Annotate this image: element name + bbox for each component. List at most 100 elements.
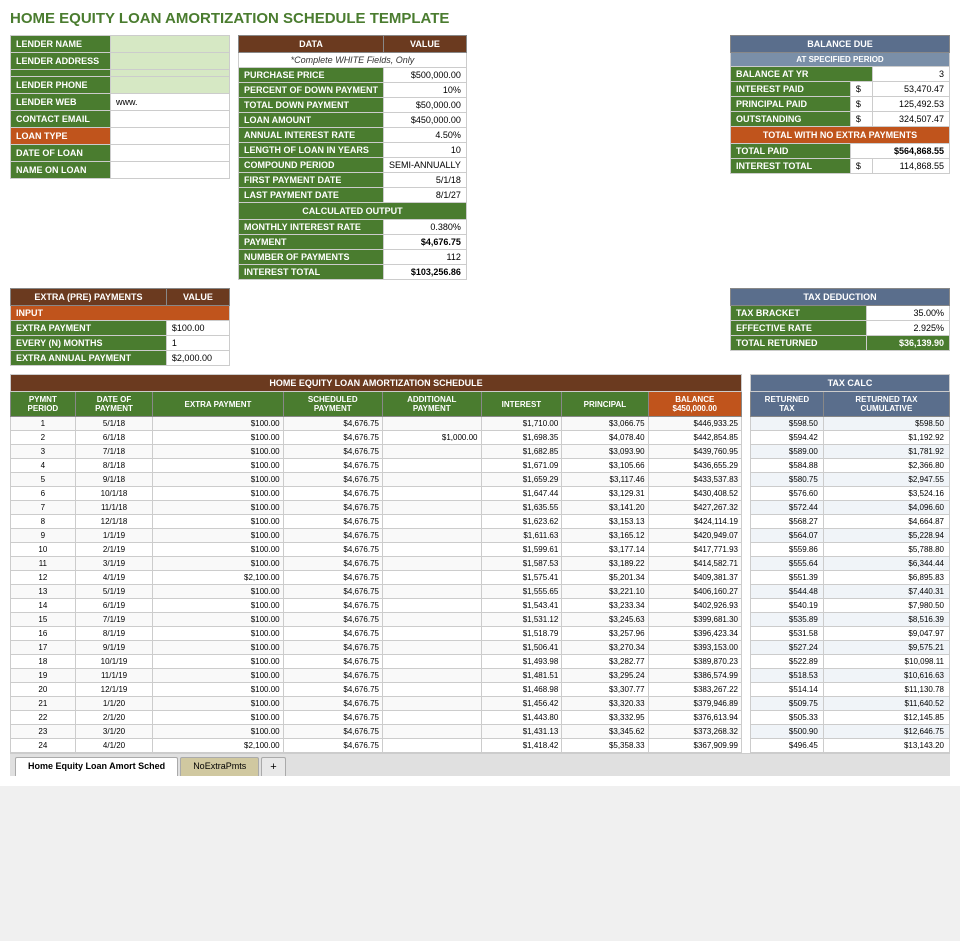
table-row: EFFECTIVE RATE 2.925% <box>731 321 950 336</box>
table-row: 244/1/20$2,100.00$4,676.75$1,418.42$5,35… <box>11 739 742 753</box>
contact-email-label: CONTACT EMAIL <box>11 111 111 128</box>
table-row: $505.33$12,145.85 <box>751 711 950 725</box>
table-row: LOAN AMOUNT $450,000.00 <box>239 113 467 128</box>
table-row: 135/1/19$100.00$4,676.75$1,555.65$3,221.… <box>11 585 742 599</box>
balance-table: BALANCE DUE AT SPECIFIED PERIOD BALANCE … <box>730 35 950 174</box>
tax-calc-table: TAX CALC RETURNED TAX RETURNED TAX CUMUL… <box>750 374 950 753</box>
returned-tax-cumulative-col: RETURNED TAX CUMULATIVE <box>823 392 949 417</box>
table-row: 222/1/20$100.00$4,676.75$1,443.80$3,332.… <box>11 711 742 725</box>
lender-address-value[interactable] <box>111 53 230 70</box>
purchase-price-value[interactable]: $500,000.00 <box>384 68 467 83</box>
interest-col: INTEREST <box>481 392 562 417</box>
table-row: LENDER NAME <box>11 36 230 53</box>
lender-name-value[interactable] <box>111 36 230 53</box>
table-row: *Complete WHITE Fields, Only <box>239 53 467 68</box>
num-payments-value: 112 <box>384 250 467 265</box>
every-n-months-label: EVERY (N) MONTHS <box>11 336 167 351</box>
value-col-header: VALUE <box>166 289 229 306</box>
name-on-loan-value[interactable] <box>111 162 230 179</box>
table-row: NAME ON LOAN <box>11 162 230 179</box>
annual-interest-value[interactable]: 4.50% <box>384 128 467 143</box>
table-row: $584.88$2,366.80 <box>751 459 950 473</box>
principal-col: PRINCIPAL <box>562 392 648 417</box>
lender-table: LENDER NAME LENDER ADDRESS LENDER PHONE … <box>10 35 230 179</box>
outstanding-label: OUTSTANDING <box>731 112 851 127</box>
total-returned-row: TOTAL RETURNED $36,139.90 <box>731 336 950 351</box>
amortization-table: HOME EQUITY LOAN AMORTIZATION SCHEDULE P… <box>10 374 742 753</box>
table-row: $555.64$6,344.44 <box>751 557 950 571</box>
extra-payment-value[interactable]: $100.00 <box>166 321 229 336</box>
date-of-loan-value[interactable] <box>111 145 230 162</box>
table-row: $544.48$7,440.31 <box>751 585 950 599</box>
interest-total-calc-label: INTEREST TOTAL <box>239 265 384 280</box>
lender-address2-label <box>11 70 111 77</box>
loan-type-value[interactable] <box>111 128 230 145</box>
value-col-header: VALUE <box>384 36 467 53</box>
balance-due-section: BALANCE DUE AT SPECIFIED PERIOD BALANCE … <box>730 35 950 280</box>
lender-name-label: LENDER NAME <box>11 36 111 53</box>
interest-paid-value: 53,470.47 <box>872 82 949 97</box>
total-paid-value: $564,868.55 <box>850 144 949 159</box>
down-payment-pct-label: PERCENT OF DOWN PAYMENT <box>239 83 384 98</box>
name-on-loan-label: NAME ON LOAN <box>11 162 111 179</box>
payment-label: PAYMENT <box>239 235 384 250</box>
lender-address2-value[interactable] <box>111 70 230 77</box>
date-payment-col: DATE OFPAYMENT <box>75 392 153 417</box>
contact-email-value[interactable] <box>111 111 230 128</box>
first-payment-value[interactable]: 5/1/18 <box>384 173 467 188</box>
amort-section: HOME EQUITY LOAN AMORTIZATION SCHEDULE P… <box>10 374 950 753</box>
outstanding-symbol: $ <box>850 112 872 127</box>
tax-deduction-table: TAX DEDUCTION TAX BRACKET 35.00% EFFECTI… <box>730 288 950 351</box>
table-row: 59/1/18$100.00$4,676.75$1,659.29$3,117.4… <box>11 473 742 487</box>
total-no-extra-header: TOTAL WITH NO EXTRA PAYMENTS <box>731 127 950 144</box>
amort-table-section: HOME EQUITY LOAN AMORTIZATION SCHEDULE P… <box>10 374 742 753</box>
add-sheet-button[interactable]: + <box>261 757 285 776</box>
extra-annual-value[interactable]: $2,000.00 <box>166 351 229 366</box>
table-row: $559.86$5,788.80 <box>751 543 950 557</box>
table-row: CALCULATED OUTPUT <box>239 203 467 220</box>
balance-at-yr-value[interactable]: 3 <box>872 67 949 82</box>
date-of-loan-label: DATE OF LOAN <box>11 145 111 162</box>
table-row: 610/1/18$100.00$4,676.75$1,647.44$3,129.… <box>11 487 742 501</box>
tax-bracket-value[interactable]: 35.00% <box>867 306 950 321</box>
lender-web-value[interactable]: www. <box>111 94 230 111</box>
loan-amount-value: $450,000.00 <box>384 113 467 128</box>
tab-home-equity[interactable]: Home Equity Loan Amort Sched <box>15 757 178 776</box>
annual-interest-label: ANNUAL INTEREST RATE <box>239 128 384 143</box>
calc-output-header: CALCULATED OUTPUT <box>239 203 467 220</box>
lender-phone-value[interactable] <box>111 77 230 94</box>
table-row: FIRST PAYMENT DATE 5/1/18 <box>239 173 467 188</box>
table-row: 168/1/19$100.00$4,676.75$1,518.79$3,257.… <box>11 627 742 641</box>
loan-years-value[interactable]: 10 <box>384 143 467 158</box>
every-n-months-value[interactable]: 1 <box>166 336 229 351</box>
table-row: 2012/1/19$100.00$4,676.75$1,468.98$3,307… <box>11 683 742 697</box>
compound-period-value[interactable]: SEMI-ANNUALLY <box>384 158 467 173</box>
table-row: $589.00$1,781.92 <box>751 445 950 459</box>
total-paid-label: TOTAL PAID <box>731 144 851 159</box>
top-section: LENDER NAME LENDER ADDRESS LENDER PHONE … <box>10 35 950 280</box>
compound-period-label: COMPOUND PERIOD <box>239 158 384 173</box>
principal-paid-label: PRINCIPAL PAID <box>731 97 851 112</box>
table-row: INTEREST TOTAL $ 114,868.55 <box>731 159 950 174</box>
principal-paid-symbol: $ <box>850 97 872 112</box>
extra-payments-section: EXTRA (PRE) PAYMENTS VALUE INPUT EXTRA P… <box>10 288 230 366</box>
input-subheader: INPUT <box>11 306 230 321</box>
last-payment-label: LAST PAYMENT DATE <box>239 188 384 203</box>
tax-calc-section: TAX CALC RETURNED TAX RETURNED TAX CUMUL… <box>750 374 950 753</box>
data-value-section: DATA VALUE *Complete WHITE Fields, Only … <box>238 35 722 280</box>
interest-total-balance-value: 114,868.55 <box>872 159 949 174</box>
table-row: $576.60$3,524.16 <box>751 487 950 501</box>
extra-payments-header: EXTRA (PRE) PAYMENTS <box>11 289 167 306</box>
table-row: EVERY (N) MONTHS 1 <box>11 336 230 351</box>
table-row: OUTSTANDING $ 324,507.47 <box>731 112 950 127</box>
effective-rate-value: 2.925% <box>867 321 950 336</box>
page-container: HOME EQUITY LOAN AMORTIZATION SCHEDULE T… <box>0 0 960 786</box>
page-title: HOME EQUITY LOAN AMORTIZATION SCHEDULE T… <box>10 10 950 27</box>
table-row: 179/1/19$100.00$4,676.75$1,506.41$3,270.… <box>11 641 742 655</box>
table-row: INPUT <box>11 306 230 321</box>
returned-tax-col: RETURNED TAX <box>751 392 824 417</box>
down-payment-pct-value[interactable]: 10% <box>384 83 467 98</box>
table-row: $527.24$9,575.21 <box>751 641 950 655</box>
tab-no-extra-pmts[interactable]: NoExtraPmts <box>180 757 259 776</box>
table-row: 37/1/18$100.00$4,676.75$1,682.85$3,093.9… <box>11 445 742 459</box>
